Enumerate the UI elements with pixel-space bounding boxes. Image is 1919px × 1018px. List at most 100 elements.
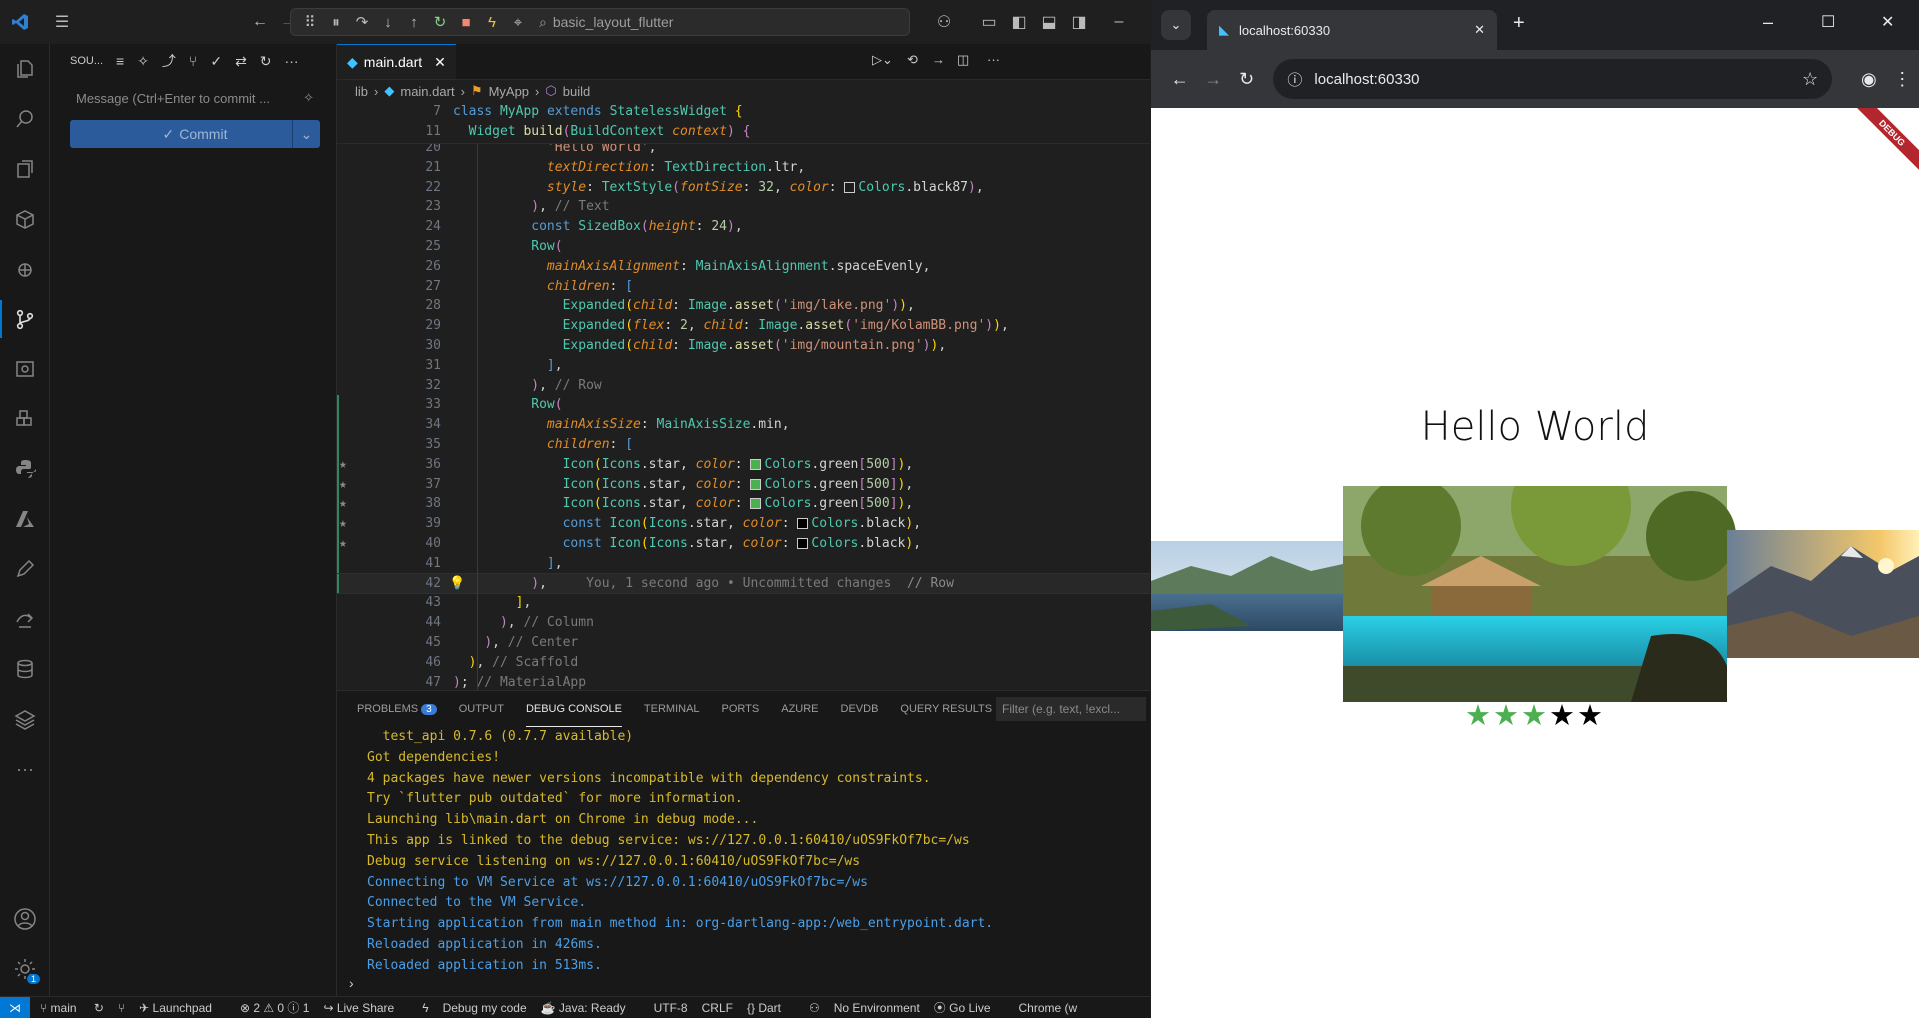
remote-explorer-icon[interactable] — [0, 344, 50, 394]
close-window-icon[interactable]: ✕ — [1881, 12, 1894, 32]
site-info-icon[interactable]: ⓘ — [1287, 69, 1302, 90]
view-list-icon[interactable]: ≡ — [116, 53, 124, 69]
toggle-secondary-sidebar-icon[interactable]: ◨ — [1065, 8, 1093, 36]
branch-icon[interactable]: ⑂ — [189, 53, 197, 69]
command-center-search[interactable]: ⌕ basic_layout_flutter — [539, 14, 673, 31]
status-launchpad[interactable]: ✈ Launchpad — [139, 1001, 226, 1015]
more-actions-icon[interactable]: ··· — [285, 53, 299, 69]
live-share-icon[interactable] — [0, 594, 50, 644]
tab-query-results[interactable]: QUERY RESULTS — [900, 691, 992, 727]
back-arrow-icon[interactable]: ← — [246, 8, 274, 36]
tab-problems[interactable]: PROBLEMS 3 — [357, 691, 437, 727]
status-liveshare[interactable]: ↪ Live Share — [323, 1001, 408, 1015]
minimize-icon[interactable]: – — [1105, 8, 1133, 36]
run-dropdown-icon[interactable]: ▷⌄ — [872, 52, 893, 68]
code-line[interactable]: 45 ), // Center — [337, 633, 1150, 653]
tab-search-button[interactable]: ⌄ — [1161, 10, 1191, 40]
split-editor-icon[interactable]: ◫ — [957, 52, 969, 68]
database-icon[interactable] — [0, 644, 50, 694]
stop-icon[interactable]: ■ — [453, 8, 479, 36]
code-line[interactable]: 30 Expanded(child: Image.asset('img/moun… — [337, 336, 1150, 356]
code-line[interactable]: 34 mainAxisSize: MainAxisSize.min, — [337, 415, 1150, 435]
account-icon[interactable] — [0, 894, 50, 944]
more-icon[interactable]: ··· — [987, 52, 1000, 67]
copilot-icon[interactable]: ⚇ — [930, 8, 958, 36]
edit-icon[interactable] — [0, 544, 50, 594]
minimize-window-icon[interactable]: – — [1763, 12, 1773, 33]
tab-ports[interactable]: PORTS — [722, 691, 760, 727]
console-filter-input[interactable]: Filter (e.g. text, !excl... — [996, 697, 1146, 721]
status-java[interactable]: ☕ Java: Ready — [541, 1001, 640, 1015]
code-line[interactable]: 43 ], — [337, 593, 1150, 613]
menu-kebab-icon[interactable]: ⋮ — [1886, 61, 1919, 97]
copy-icon[interactable] — [0, 144, 50, 194]
tab-debug-console[interactable]: DEBUG CONSOLE — [525, 691, 622, 727]
code-line[interactable]: 33 Row( — [337, 395, 1150, 415]
tab-main-dart[interactable]: ◆ main.dart ✕ — [337, 44, 456, 79]
refresh-icon[interactable]: ↻ — [260, 53, 272, 70]
tab-azure[interactable]: AZURE — [781, 691, 818, 727]
azure-icon[interactable] — [0, 494, 50, 544]
code-line[interactable]: 26 mainAxisAlignment: MainAxisAlignment.… — [337, 257, 1150, 277]
code-line[interactable]: ★ 38 Icon(Icons.star, color: Colors.green… — [337, 494, 1150, 514]
status-environment[interactable]: No Environment — [834, 1001, 920, 1015]
chevron-down-icon[interactable]: ⌄ — [292, 120, 320, 148]
python-icon[interactable] — [0, 444, 50, 494]
status-golive[interactable]: ⦿ Go Live — [934, 999, 1005, 1016]
code-line[interactable]: 42 💡 ), You, 1 second ago • Uncommitted c… — [337, 572, 1150, 595]
back-icon[interactable]: ← — [1163, 61, 1196, 97]
status-device[interactable]: Chrome (w — [1019, 1001, 1078, 1015]
step-over-icon[interactable]: ↷ — [349, 8, 375, 36]
tab-devdb[interactable]: DEVDB — [841, 691, 879, 727]
bookmark-star-icon[interactable]: ★ — [339, 514, 347, 534]
status-sync-icon[interactable]: ⑂ — [118, 1001, 125, 1015]
menu-icon[interactable]: ☰ — [48, 8, 76, 36]
code-line[interactable]: ★ 40 const Icon(Icons.star, color: Colors… — [337, 534, 1150, 554]
code-line[interactable]: 35 children: [ — [337, 435, 1150, 455]
code-line[interactable]: ★ 37 Icon(Icons.star, color: Colors.green… — [337, 475, 1150, 495]
status-copilot-icon[interactable]: ⚇ — [809, 1001, 820, 1015]
step-out-icon[interactable]: ↑ — [401, 8, 427, 36]
extensions-box-icon[interactable] — [0, 194, 50, 244]
forward-icon[interactable]: → — [1196, 61, 1229, 97]
toggle-panel-icon[interactable]: ⬓ — [1035, 8, 1063, 36]
status-branch[interactable]: ⑂ main ↻ — [40, 1001, 104, 1015]
layers-icon[interactable] — [0, 694, 50, 744]
step-into-icon[interactable]: ↓ — [375, 8, 401, 36]
bookmark-star-icon[interactable]: ☆ — [1802, 69, 1818, 90]
sticky-line[interactable]: 11 Widget build(BuildContext context) { — [337, 122, 1150, 142]
code-line[interactable]: 22 style: TextStyle(fontSize: 32, color:… — [337, 178, 1150, 198]
code-line[interactable]: 24 const SizedBox(height: 24), — [337, 217, 1150, 237]
status-encoding[interactable]: UTF-8 — [654, 1001, 688, 1015]
close-tab-icon[interactable]: ✕ — [1474, 22, 1485, 38]
layout-icon[interactable]: ▭ — [975, 8, 1003, 36]
drag-handle-icon[interactable]: ⠿ — [297, 8, 323, 36]
code-line[interactable]: 47); // MaterialApp — [337, 673, 1150, 690]
code-line[interactable]: 21 textDirection: TextDirection.ltr, — [337, 158, 1150, 178]
code-line[interactable]: 31 ], — [337, 356, 1150, 376]
status-eol[interactable]: CRLF — [702, 1001, 733, 1015]
inspect-icon[interactable]: ⌖ — [505, 8, 531, 36]
forward-icon[interactable]: → — [932, 52, 945, 67]
bookmark-star-icon[interactable]: ★ — [339, 534, 347, 554]
status-debug[interactable]: Debug my code — [443, 1001, 527, 1015]
pause-icon[interactable]: ⏸ — [323, 8, 349, 36]
tab-output[interactable]: OUTPUT — [459, 691, 504, 727]
remote-icon[interactable]: ⋊ — [0, 996, 30, 1018]
pull-request-icon[interactable]: ⇄ — [235, 53, 247, 70]
commit-check-icon[interactable]: ✓ — [210, 53, 222, 70]
code-line[interactable]: ★ 36 Icon(Icons.star, color: Colors.green… — [337, 455, 1150, 475]
hot-reload-icon[interactable]: ↻ — [427, 8, 453, 36]
run-debug-icon[interactable] — [0, 244, 50, 294]
breadcrumb-item[interactable]: main.dart — [400, 84, 454, 99]
tab-terminal[interactable]: TERMINAL — [644, 691, 700, 727]
code-line[interactable]: 44 ), // Column — [337, 613, 1150, 633]
toggle-sidebar-icon[interactable]: ◧ — [1005, 8, 1033, 36]
bookmark-star-icon[interactable]: ★ — [339, 475, 347, 495]
commit-button[interactable]: ✓ Commit ⌄ — [70, 120, 320, 148]
lightning-icon[interactable]: ϟ — [479, 8, 505, 36]
status-lightning-icon[interactable]: ϟ — [422, 1001, 428, 1015]
code-line[interactable]: ★ 39 const Icon(Icons.star, color: Colors… — [337, 514, 1150, 534]
extensions-icon[interactable] — [0, 394, 50, 444]
maximize-window-icon[interactable]: ☐ — [1821, 12, 1835, 32]
